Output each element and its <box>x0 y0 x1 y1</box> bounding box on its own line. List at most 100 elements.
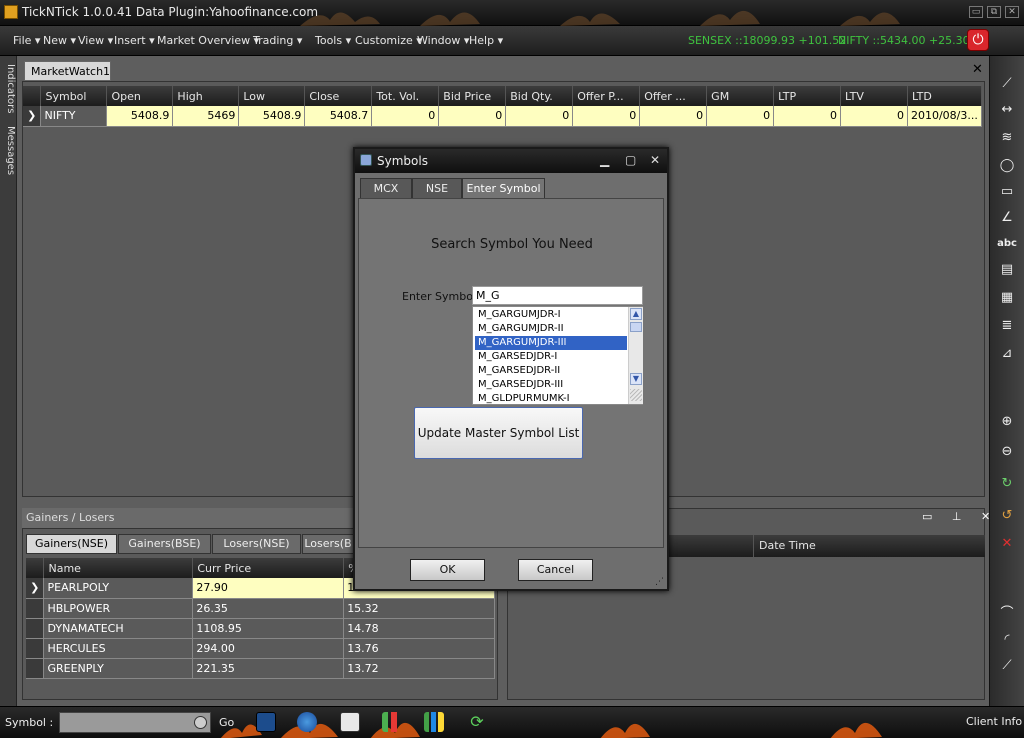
table-cell[interactable]: DYNAMATECH <box>43 618 194 639</box>
list-scrollbar[interactable]: ▲ ▼ <box>628 307 643 404</box>
menu-tools[interactable]: Tools ▾ <box>315 34 351 47</box>
menu-window[interactable]: Window ▾ <box>417 34 469 47</box>
text-tool-icon[interactable]: abc <box>996 234 1018 254</box>
table-cell[interactable]: 0 <box>505 106 574 127</box>
table-cell[interactable]: 0 <box>639 106 708 127</box>
column-header[interactable]: Low <box>238 86 306 106</box>
list-item[interactable]: M_GARSEDJDR-II <box>475 364 627 378</box>
column-header[interactable]: Bid Qty. <box>505 86 574 106</box>
levels-icon[interactable]: ≣ <box>996 316 1018 336</box>
redo-icon[interactable]: ↻ <box>996 474 1018 494</box>
column-header[interactable]: Offer P... <box>572 86 641 106</box>
menu-view[interactable]: View ▾ <box>78 34 113 47</box>
menu-new[interactable]: New ▾ <box>43 34 76 47</box>
cancel-button[interactable]: Cancel <box>518 559 593 581</box>
list-item-selected[interactable]: M_GARGUMJDR-III <box>475 336 627 350</box>
table-row[interactable]: DYNAMATECH 1108.95 14.78 <box>26 618 495 639</box>
ray-icon[interactable]: ⟋ <box>996 656 1018 676</box>
table-row[interactable]: ❯ NIFTY 5408.9 5469 5408.9 5408.7 0 0 0 … <box>23 106 983 127</box>
column-header[interactable]: Tot. Vol. <box>371 86 440 106</box>
table-cell[interactable]: 0 <box>572 106 641 127</box>
go-button[interactable]: Go <box>219 716 234 729</box>
dialog-resize-grip-icon[interactable]: ⋰ <box>655 577 664 587</box>
update-master-symbol-list-button[interactable]: Update Master Symbol List <box>414 407 583 459</box>
symbol-suggestion-list[interactable]: M_GARGUMJDR-I M_GARGUMJDR-II M_GARGUMJDR… <box>472 306 643 405</box>
list-item[interactable]: M_GARGUMJDR-I <box>475 308 627 322</box>
column-header[interactable]: High <box>172 86 240 106</box>
table-cell[interactable]: HERCULES <box>43 638 194 659</box>
tab-marketwatch1[interactable]: MarketWatch1 <box>24 61 111 81</box>
table-cell[interactable]: 15.32 <box>343 598 495 619</box>
menu-customize[interactable]: Customize ▾ <box>355 34 422 47</box>
globe-icon[interactable] <box>297 712 317 732</box>
symbol-input[interactable] <box>472 286 643 305</box>
channel-icon[interactable]: ≋ <box>996 128 1018 148</box>
tab-nse[interactable]: NSE <box>412 178 462 199</box>
table-cell[interactable]: 27.90 <box>192 578 345 599</box>
table-cell[interactable]: HBLPOWER <box>43 598 194 619</box>
column-header-date-time[interactable]: Date Time <box>754 535 985 557</box>
table-cell[interactable]: 0 <box>438 106 507 127</box>
arc-icon[interactable]: ⌒ <box>996 604 1018 624</box>
table-cell[interactable]: 0 <box>773 106 842 127</box>
table-cell[interactable]: 2010/08/3... <box>907 106 983 127</box>
table-cell[interactable]: 221.35 <box>192 658 345 679</box>
column-header[interactable]: Close <box>304 86 373 106</box>
column-header[interactable]: Open <box>106 86 174 106</box>
table-row[interactable]: HBLPOWER 26.35 15.32 <box>26 598 495 619</box>
close-marketwatch-icon[interactable]: ✕ <box>972 62 983 77</box>
column-header[interactable]: Symbol <box>40 86 108 106</box>
table-cell[interactable]: NIFTY <box>40 106 108 127</box>
restore-button[interactable]: ⧉ <box>987 6 1001 18</box>
scroll-up-icon[interactable]: ▲ <box>630 308 642 320</box>
close-button[interactable]: ✕ <box>1005 6 1019 18</box>
news-icon[interactable] <box>340 712 360 732</box>
table-cell[interactable]: PEARLPOLY <box>43 578 194 599</box>
list-item[interactable]: M_GARSEDJDR-I <box>475 350 627 364</box>
dialog-minimize-button[interactable]: ▁ <box>600 153 609 167</box>
menu-trading[interactable]: Trading ▾ <box>253 34 302 47</box>
menu-insert[interactable]: Insert ▾ <box>114 34 155 47</box>
zoom-in-icon[interactable]: ⊕ <box>996 412 1018 432</box>
dialog-maximize-button[interactable]: ▢ <box>625 153 636 167</box>
client-info-button[interactable]: Client Info <box>966 715 1022 728</box>
tab-messages[interactable]: Messages <box>1 126 16 175</box>
fan-icon[interactable]: ⊿ <box>996 344 1018 364</box>
list-item[interactable]: M_GLDPURMUMK-I <box>475 392 627 404</box>
column-header[interactable]: LTP <box>773 86 842 106</box>
menu-help[interactable]: Help ▾ <box>469 34 503 47</box>
trendline-icon[interactable]: ⟋ <box>996 74 1018 94</box>
list-item[interactable]: M_GARGUMJDR-II <box>475 322 627 336</box>
column-header[interactable]: Offer ... <box>639 86 708 106</box>
list-item[interactable]: M_GARSEDJDR-III <box>475 378 627 392</box>
menu-market-overview[interactable]: Market Overview ▾ <box>157 34 259 47</box>
tab-losers-bse[interactable]: Losers(B <box>302 534 354 554</box>
column-header[interactable]: GM <box>706 86 775 106</box>
tab-gainers-bse[interactable]: Gainers(BSE) <box>118 534 211 554</box>
table-cell[interactable]: 26.35 <box>192 598 345 619</box>
column-header[interactable]: LTV <box>840 86 908 106</box>
table-cell[interactable]: 5408.7 <box>304 106 373 127</box>
undo-icon[interactable]: ↺ <box>996 506 1018 526</box>
tab-gainers-nse[interactable]: Gainers(NSE) <box>26 534 117 554</box>
table-cell[interactable]: 0 <box>706 106 775 127</box>
dialog-close-button[interactable]: ✕ <box>650 153 660 167</box>
watch-icon[interactable] <box>256 712 276 732</box>
table-cell[interactable]: 5408.9 <box>238 106 306 127</box>
ellipse-icon[interactable]: ◯ <box>996 156 1018 176</box>
tab-indicators[interactable]: Indicators <box>1 64 16 113</box>
status-symbol-input[interactable] <box>59 712 211 733</box>
table-cell[interactable]: 14.78 <box>343 618 495 639</box>
menu-file[interactable]: File ▾ <box>13 34 40 47</box>
resize-grip-icon[interactable] <box>630 389 642 401</box>
table-cell[interactable]: 294.00 <box>192 638 345 659</box>
table-cell[interactable]: GREENPLY <box>43 658 194 679</box>
table-row[interactable]: GREENPLY 221.35 13.72 <box>26 658 495 679</box>
table-cell[interactable]: 13.76 <box>343 638 495 659</box>
tab-losers-nse[interactable]: Losers(NSE) <box>212 534 301 554</box>
grid-icon[interactable]: ▦ <box>996 288 1018 308</box>
table-row[interactable]: HERCULES 294.00 13.76 <box>26 638 495 659</box>
zoom-out-icon[interactable]: ⊖ <box>996 442 1018 462</box>
table-cell[interactable]: 5469 <box>172 106 240 127</box>
fibonacci-icon[interactable]: ▤ <box>996 260 1018 280</box>
